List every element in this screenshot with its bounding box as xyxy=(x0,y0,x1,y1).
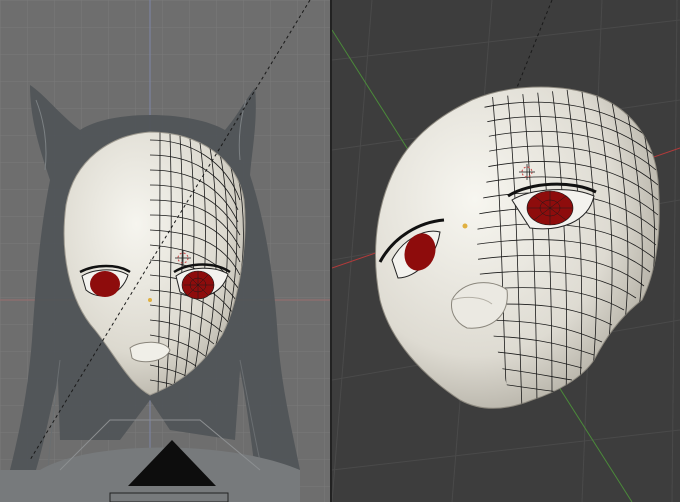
object-origin xyxy=(148,298,152,302)
object-origin-perspective xyxy=(462,223,468,229)
front-viewport-canvas[interactable] xyxy=(0,0,330,502)
perspective-viewport[interactable] xyxy=(332,0,680,502)
blender-workspace xyxy=(0,0,680,502)
perspective-viewport-canvas[interactable] xyxy=(332,0,680,502)
front-ortho-viewport[interactable] xyxy=(0,0,330,502)
